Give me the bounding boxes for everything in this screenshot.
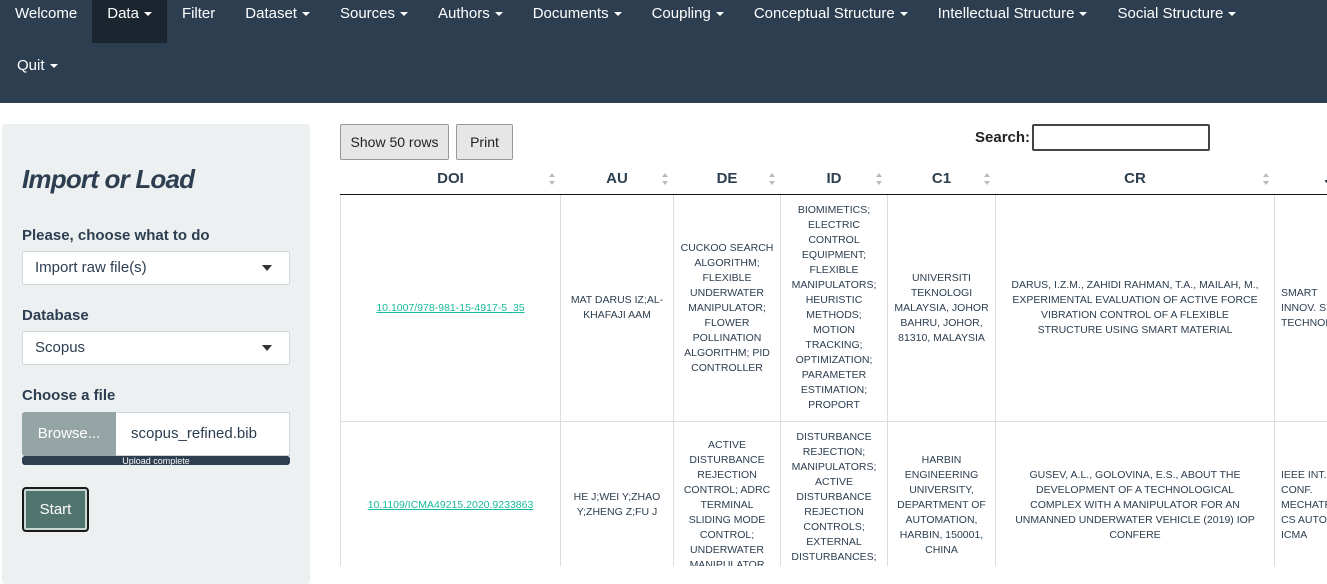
cell-de: ACTIVE DISTURBANCE REJECTION CONTROL; AD…: [674, 422, 781, 567]
sidebar-panel: Import or Load Please, choose what to do…: [2, 124, 310, 584]
navbar-row-main: Welcome Data Filter Dataset Sources Auth…: [0, 0, 1251, 43]
nav-label: Dataset: [245, 5, 297, 22]
search-label: Search:: [975, 129, 1030, 146]
select-value: Import raw file(s): [35, 259, 147, 276]
nav-item-authors[interactable]: Authors: [423, 0, 518, 43]
data-table-container[interactable]: DOI AU DE ID C1 CR JI 10.1007/978-981-15…: [340, 163, 1327, 566]
nav-item-social-structure[interactable]: Social Structure: [1102, 0, 1251, 43]
nav-label: Sources: [340, 5, 395, 22]
header-label: C1: [932, 170, 951, 187]
table-header-row: DOI AU DE ID C1 CR JI: [341, 163, 1327, 195]
nav-label: Coupling: [652, 5, 711, 22]
header-label: CR: [1124, 170, 1146, 187]
header-label: DE: [717, 170, 738, 187]
column-header-id[interactable]: ID: [781, 163, 888, 195]
caret-down-icon: [50, 64, 58, 68]
top-navbar: Welcome Data Filter Dataset Sources Auth…: [0, 0, 1327, 103]
nav-label: Social Structure: [1117, 5, 1223, 22]
column-header-c1[interactable]: C1: [888, 163, 996, 195]
database-select[interactable]: Scopus: [22, 331, 290, 365]
cell-doi: 10.1007/978-981-15-4917-5_35: [341, 195, 561, 422]
file-input-group: Browse... scopus_refined.bib: [22, 412, 290, 456]
print-button[interactable]: Print: [456, 124, 513, 160]
browse-button[interactable]: Browse...: [22, 412, 116, 456]
nav-label: Conceptual Structure: [754, 5, 895, 22]
caret-down-icon: [1079, 12, 1087, 16]
cell-c1: HARBIN ENGINEERING UNIVERSITY, DEPARTMEN…: [888, 422, 996, 567]
nav-item-welcome[interactable]: Welcome: [0, 0, 92, 43]
cell-de: CUCKOO SEARCH ALGORITHM; FLEXIBLE UNDERW…: [674, 195, 781, 422]
nav-item-data[interactable]: Data: [92, 0, 167, 43]
sort-icon: [549, 173, 555, 185]
nav-item-quit[interactable]: Quit: [0, 52, 73, 95]
chevron-down-icon: [262, 345, 272, 351]
file-name-field[interactable]: scopus_refined.bib: [116, 412, 290, 456]
show-rows-button[interactable]: Show 50 rows: [340, 124, 449, 160]
choose-action-select[interactable]: Import raw file(s): [22, 251, 290, 285]
cell-doi: 10.1109/ICMA49215.2020.9233863: [341, 422, 561, 567]
nav-item-filter[interactable]: Filter: [167, 0, 230, 43]
caret-down-icon: [900, 12, 908, 16]
table-row: 10.1109/ICMA49215.2020.9233863 HE J;WEI …: [341, 422, 1327, 567]
column-header-ji[interactable]: JI: [1275, 163, 1327, 195]
choose-action-label: Please, choose what to do: [22, 227, 210, 244]
header-label: ID: [827, 170, 842, 187]
chevron-down-icon: [262, 265, 272, 271]
nav-label: Authors: [438, 5, 490, 22]
doi-link[interactable]: 10.1109/ICMA49215.2020.9233863: [368, 499, 534, 511]
nav-label: Documents: [533, 5, 609, 22]
nav-label: Quit: [17, 57, 45, 74]
caret-down-icon: [495, 12, 503, 16]
cell-id: BIOMIMETICS; ELECTRIC CONTROL EQUIPMENT;…: [781, 195, 888, 422]
nav-label: Data: [107, 5, 139, 22]
nav-label: Welcome: [15, 5, 77, 22]
search-input[interactable]: [1032, 124, 1210, 151]
start-button[interactable]: Start: [22, 487, 89, 532]
nav-item-dataset[interactable]: Dataset: [230, 0, 325, 43]
nav-label: Filter: [182, 5, 215, 22]
column-header-doi[interactable]: DOI: [341, 163, 561, 195]
nav-item-conceptual-structure[interactable]: Conceptual Structure: [739, 0, 923, 43]
cell-ji: SMART INNOV. SYST. TECHNOL.: [1275, 195, 1327, 422]
column-header-cr[interactable]: CR: [996, 163, 1275, 195]
sort-icon: [662, 173, 668, 185]
table-row: 10.1007/978-981-15-4917-5_35 MAT DARUS I…: [341, 195, 1327, 422]
navbar-row-secondary: Quit: [0, 52, 73, 95]
column-header-de[interactable]: DE: [674, 163, 781, 195]
caret-down-icon: [144, 12, 152, 16]
cell-au: MAT DARUS IZ;AL-KHAFAJI AAM: [561, 195, 674, 422]
nav-label: Intellectual Structure: [938, 5, 1075, 22]
sidebar-title: Import or Load: [22, 164, 194, 195]
choose-file-label: Choose a file: [22, 387, 115, 404]
cell-id: DISTURBANCE REJECTION; MANIPULATORS; ACT…: [781, 422, 888, 567]
doi-link[interactable]: 10.1007/978-981-15-4917-5_35: [376, 302, 524, 314]
upload-progress-bar: Upload complete: [22, 456, 290, 465]
caret-down-icon: [400, 12, 408, 16]
nav-item-documents[interactable]: Documents: [518, 0, 637, 43]
cell-c1: UNIVERSITI TEKNOLOGI MALAYSIA, JOHOR BAH…: [888, 195, 996, 422]
cell-au: HE J;WEI Y;ZHAO Y;ZHENG Z;FU J: [561, 422, 674, 567]
caret-down-icon: [1228, 12, 1236, 16]
caret-down-icon: [716, 12, 724, 16]
nav-item-intellectual-structure[interactable]: Intellectual Structure: [923, 0, 1103, 43]
select-value: Scopus: [35, 339, 85, 356]
sort-icon: [876, 173, 882, 185]
cell-cr: GUSEV, A.L., GOLOVINA, E.S., ABOUT THE D…: [996, 422, 1275, 567]
header-label: AU: [606, 170, 628, 187]
header-label: DOI: [437, 170, 464, 187]
caret-down-icon: [302, 12, 310, 16]
nav-item-coupling[interactable]: Coupling: [637, 0, 739, 43]
cell-cr: DARUS, I.Z.M., ZAHIDI RAHMAN, T.A., MAIL…: [996, 195, 1275, 422]
sort-icon: [769, 173, 775, 185]
data-table: DOI AU DE ID C1 CR JI 10.1007/978-981-15…: [340, 163, 1327, 566]
sort-icon: [1263, 173, 1269, 185]
nav-item-sources[interactable]: Sources: [325, 0, 423, 43]
database-label: Database: [22, 307, 89, 324]
sort-icon: [984, 173, 990, 185]
column-header-au[interactable]: AU: [561, 163, 674, 195]
caret-down-icon: [614, 12, 622, 16]
cell-ji: IEEE INT. CONF. MECHATRONICS AUTOM., ICM…: [1275, 422, 1327, 567]
